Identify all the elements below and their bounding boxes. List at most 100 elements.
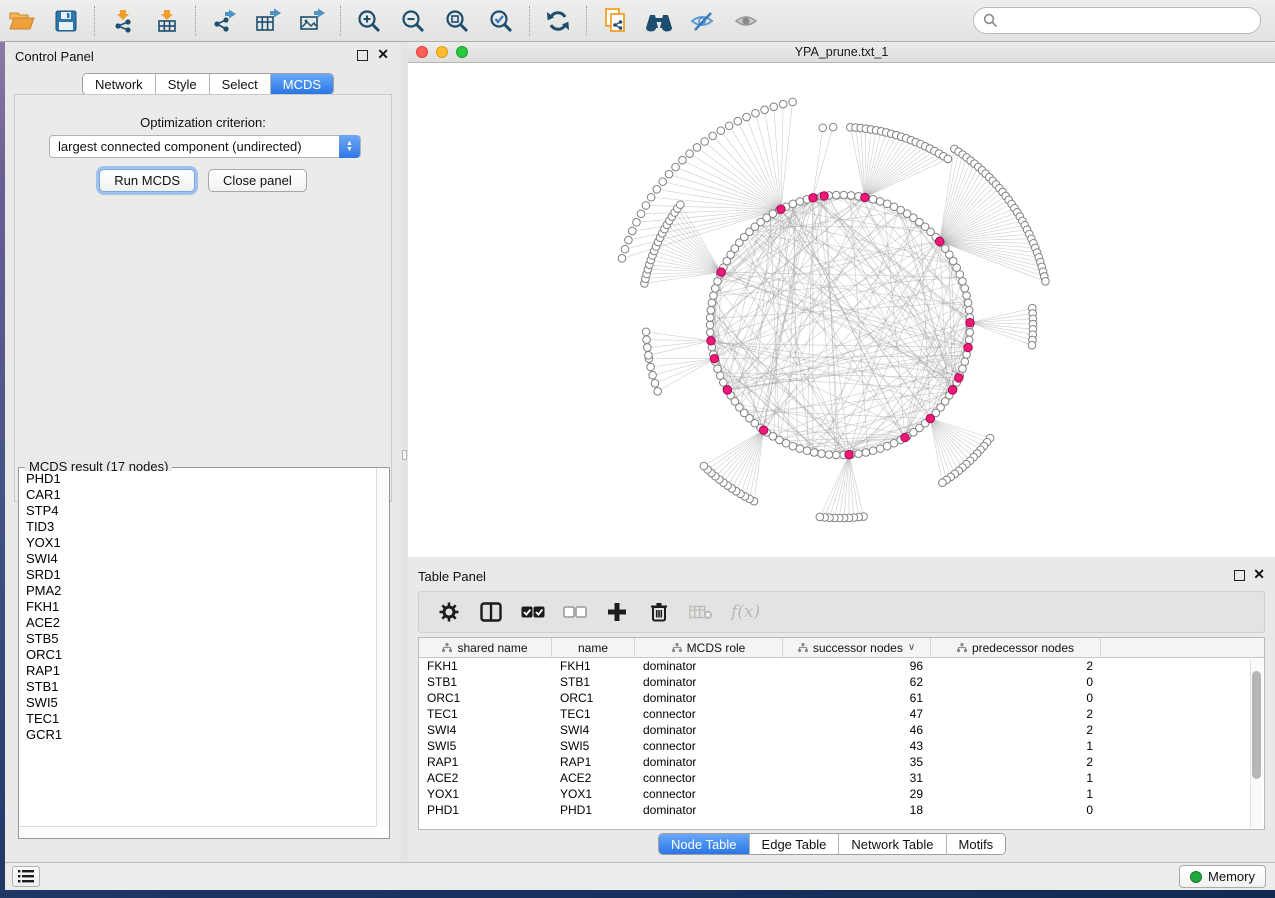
mcds-result-item[interactable]: FKH1 [20, 599, 375, 615]
table-tabs: Node Table Edge Table Network Table Moti… [658, 833, 1006, 855]
hide-graphics-icon[interactable] [686, 6, 720, 36]
column-header-shared-name[interactable]: shared name [419, 638, 552, 657]
table-row[interactable]: SWI5SWI5connector431 [419, 738, 1264, 754]
criterion-dropdown[interactable]: largest connected component (undirected)… [49, 135, 361, 158]
table-cell: 31 [783, 770, 931, 786]
mcds-result-item[interactable]: ACE2 [20, 615, 375, 631]
table-row[interactable]: YOX1YOX1connector291 [419, 786, 1264, 802]
mcds-result-item[interactable]: SRD1 [20, 567, 375, 583]
column-header-predecessor-nodes[interactable]: predecessor nodes [931, 638, 1101, 657]
table-row[interactable]: FKH1FKH1dominator962 [419, 658, 1264, 674]
delete-icon[interactable] [647, 600, 671, 624]
main-toolbar [0, 0, 1275, 42]
mcds-result-item[interactable]: STB1 [20, 679, 375, 695]
show-graphics-icon[interactable] [730, 6, 764, 36]
export-network-icon[interactable] [207, 6, 241, 36]
refresh-icon[interactable] [541, 6, 575, 36]
tab-node-table[interactable]: Node Table [659, 834, 750, 854]
panel-splitter[interactable] [401, 42, 408, 862]
float-panel-icon[interactable] [357, 50, 368, 61]
table-row[interactable]: RAP1RAP1dominator352 [419, 754, 1264, 770]
search-binoculars-icon[interactable] [642, 6, 676, 36]
table-cell: 2 [931, 722, 1101, 738]
export-table-icon[interactable] [251, 6, 285, 36]
save-session-icon[interactable] [49, 6, 83, 36]
mcds-result-item[interactable]: GCR1 [20, 727, 375, 743]
table-cell: connector [635, 706, 783, 722]
add-column-icon[interactable] [605, 600, 629, 624]
mcds-result-item[interactable]: TEC1 [20, 711, 375, 727]
mcds-result-item[interactable]: ORC1 [20, 647, 375, 663]
search-input[interactable] [1004, 11, 1260, 31]
export-image-icon[interactable] [295, 6, 329, 36]
mcds-result-item[interactable]: STP4 [20, 503, 375, 519]
tab-mcds[interactable]: MCDS [271, 74, 333, 94]
tab-edge-table[interactable]: Edge Table [750, 834, 840, 854]
memory-status-icon [1190, 871, 1202, 883]
table-cell: connector [635, 770, 783, 786]
zoom-in-icon[interactable] [352, 6, 386, 36]
mcds-result-item[interactable]: STB5 [20, 631, 375, 647]
table-cell: 0 [931, 674, 1101, 690]
mcds-result-item[interactable]: RAP1 [20, 663, 375, 679]
clone-network-icon[interactable] [598, 6, 632, 36]
table-cell: ORC1 [552, 690, 635, 706]
float-table-panel-icon[interactable] [1234, 570, 1245, 581]
splitter-grip[interactable] [402, 450, 407, 460]
run-mcds-button[interactable]: Run MCDS [99, 169, 195, 192]
mcds-list-hscrollbar[interactable] [19, 826, 376, 838]
column-header-mcds-role[interactable]: MCDS role [635, 638, 783, 657]
table-cell: 2 [931, 754, 1101, 770]
table-row[interactable]: STB1STB1dominator620 [419, 674, 1264, 690]
zoom-fit-icon[interactable] [440, 6, 474, 36]
tab-network[interactable]: Network [83, 74, 156, 94]
mcds-result-item[interactable]: PMA2 [20, 583, 375, 599]
table-cell: PHD1 [419, 802, 552, 818]
mcds-result-item[interactable]: SWI5 [20, 695, 375, 711]
mcds-result-item[interactable]: SWI4 [20, 551, 375, 567]
tab-network-table[interactable]: Network Table [839, 834, 946, 854]
close-panel-icon[interactable]: ✕ [377, 46, 389, 63]
mcds-result-item[interactable]: CAR1 [20, 487, 375, 503]
task-history-button[interactable] [12, 866, 40, 887]
table-cell: 2 [931, 706, 1101, 722]
toolbar-separator [586, 6, 587, 36]
import-network-icon[interactable] [106, 6, 140, 36]
table-row[interactable]: ORC1ORC1dominator610 [419, 690, 1264, 706]
table-row[interactable]: SWI4SWI4dominator462 [419, 722, 1264, 738]
deselect-all-icon[interactable] [563, 600, 587, 624]
memory-button[interactable]: Memory [1179, 865, 1266, 888]
mcds-list-vscrollbar[interactable] [376, 468, 389, 826]
column-header-successor-nodes[interactable]: successor nodes ∨ [783, 638, 931, 657]
table-cell: 0 [931, 802, 1101, 818]
close-panel-button[interactable]: Close panel [208, 169, 307, 192]
open-file-icon[interactable] [5, 6, 39, 36]
gear-icon[interactable] [437, 600, 461, 624]
tab-select[interactable]: Select [210, 74, 271, 94]
split-panel-icon[interactable] [479, 600, 503, 624]
network-view-title: YPA_prune.txt_1 [408, 45, 1275, 59]
tab-motifs[interactable]: Motifs [947, 834, 1006, 854]
network-canvas[interactable] [408, 63, 1275, 557]
close-table-panel-icon[interactable]: ✕ [1253, 566, 1265, 583]
desktop-wallpaper: Control Panel ✕ Network Style Select MCD… [0, 0, 1275, 898]
mcds-result-item[interactable]: PHD1 [20, 471, 375, 487]
table-row[interactable]: ACE2ACE2connector311 [419, 770, 1264, 786]
control-panel-header: Control Panel ✕ [5, 42, 401, 68]
mcds-result-item[interactable]: YOX1 [20, 535, 375, 551]
zoom-out-icon[interactable] [396, 6, 430, 36]
table-row[interactable]: PHD1PHD1dominator180 [419, 802, 1264, 818]
table-vscrollbar[interactable] [1250, 659, 1263, 828]
table-cell: YOX1 [552, 786, 635, 802]
column-header-name[interactable]: name [552, 638, 635, 657]
select-all-icon[interactable] [521, 600, 545, 624]
table-vscrollbar-thumb[interactable] [1252, 671, 1261, 779]
optimization-criterion-label: Optimization criterion: [15, 115, 391, 130]
table-row[interactable]: TEC1TEC1connector472 [419, 706, 1264, 722]
mcds-result-item[interactable]: TID3 [20, 519, 375, 535]
tab-style[interactable]: Style [156, 74, 210, 94]
sort-descending-icon: ∨ [908, 642, 915, 653]
import-table-icon[interactable] [150, 6, 184, 36]
network-graph[interactable] [408, 63, 1275, 557]
zoom-selected-icon[interactable] [484, 6, 518, 36]
